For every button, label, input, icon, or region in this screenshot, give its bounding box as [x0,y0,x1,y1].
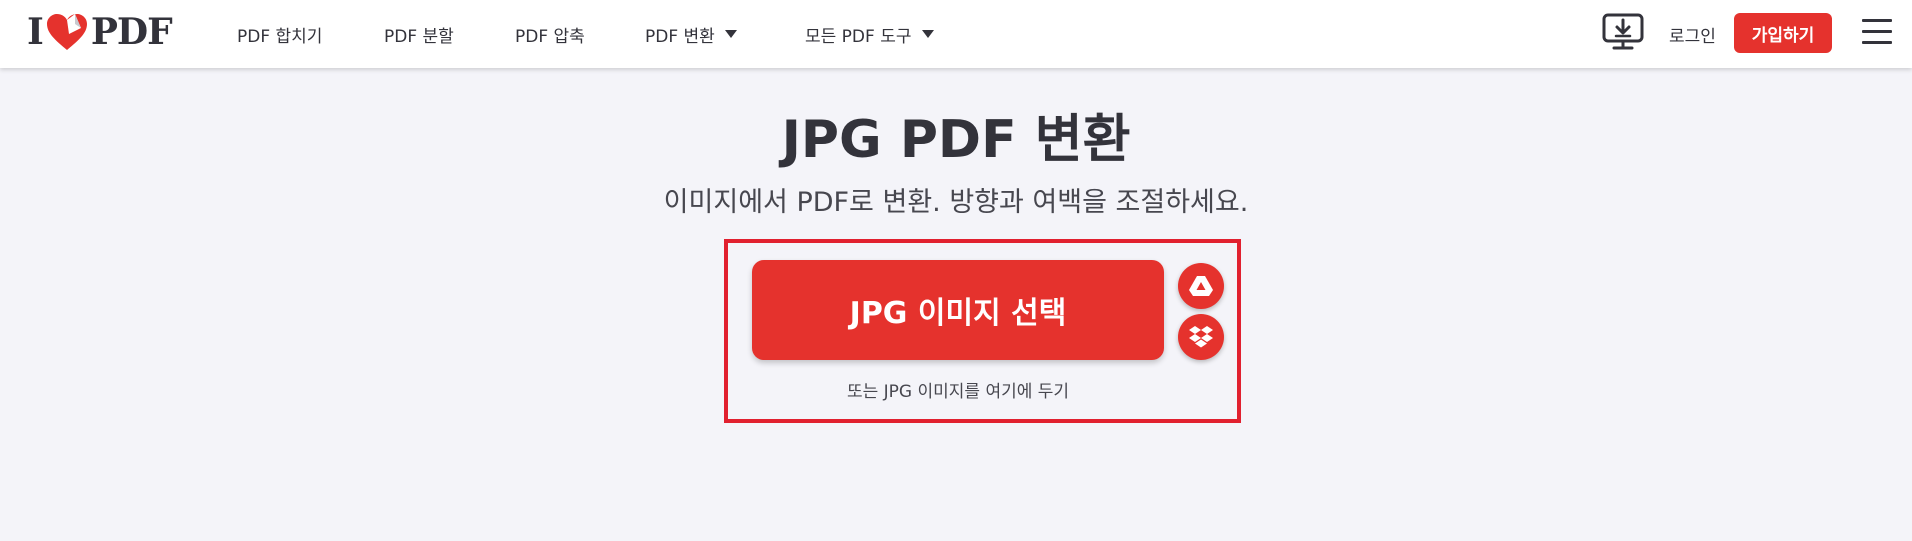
google-drive-icon [1189,276,1213,296]
nav-compress-pdf[interactable]: PDF 압축 [515,22,585,47]
page-title: JPG PDF 변환 [781,110,1131,170]
ilovepdf-logo[interactable]: I PDF [27,11,173,53]
dropbox-button[interactable] [1178,314,1224,360]
nav-convert-pdf-label: PDF 변환 [645,26,715,47]
heart-logo-icon [46,14,87,50]
select-jpg-images-button[interactable]: JPG 이미지 선택 [752,260,1164,360]
nav-merge-pdf-label: PDF 합치기 [237,26,323,47]
hamburger-line [1862,30,1892,33]
hamburger-menu-icon[interactable] [1862,17,1892,47]
hamburger-line [1862,41,1892,44]
signup-label: 가입하기 [1751,25,1815,46]
nav-merge-pdf[interactable]: PDF 합치기 [237,22,323,47]
nav-split-pdf-label: PDF 분할 [384,26,454,47]
nav-all-pdf-tools-label: 모든 PDF 도구 [805,26,912,47]
logo-text-right: PDF [90,11,173,53]
select-jpg-images-label: JPG 이미지 선택 [849,296,1067,331]
nav-compress-pdf-label: PDF 압축 [515,26,585,47]
nav-convert-pdf[interactable]: PDF 변환 [645,22,737,47]
caret-down-icon [724,30,737,38]
page-subtitle: 이미지에서 PDF로 변환. 방향과 여백을 조절하세요. [663,187,1249,218]
desktop-download-icon[interactable] [1601,12,1645,52]
login-label: 로그인 [1669,26,1716,47]
dropbox-icon [1189,326,1213,348]
logo-text-left: I [27,11,44,53]
login-link[interactable]: 로그인 [1669,22,1716,47]
nav-split-pdf[interactable]: PDF 분할 [384,22,454,47]
caret-down-icon [921,30,934,38]
drop-hint-text: 또는 JPG 이미지를 여기에 두기 [846,382,1070,402]
top-header: I PDF PDF 합치기 PDF 분할 PDF 압축 PDF 변환 모든 PD… [0,0,1912,68]
google-drive-button[interactable] [1178,263,1224,309]
nav-all-pdf-tools[interactable]: 모든 PDF 도구 [805,22,934,47]
hamburger-line [1862,19,1892,22]
signup-button[interactable]: 가입하기 [1734,13,1832,53]
